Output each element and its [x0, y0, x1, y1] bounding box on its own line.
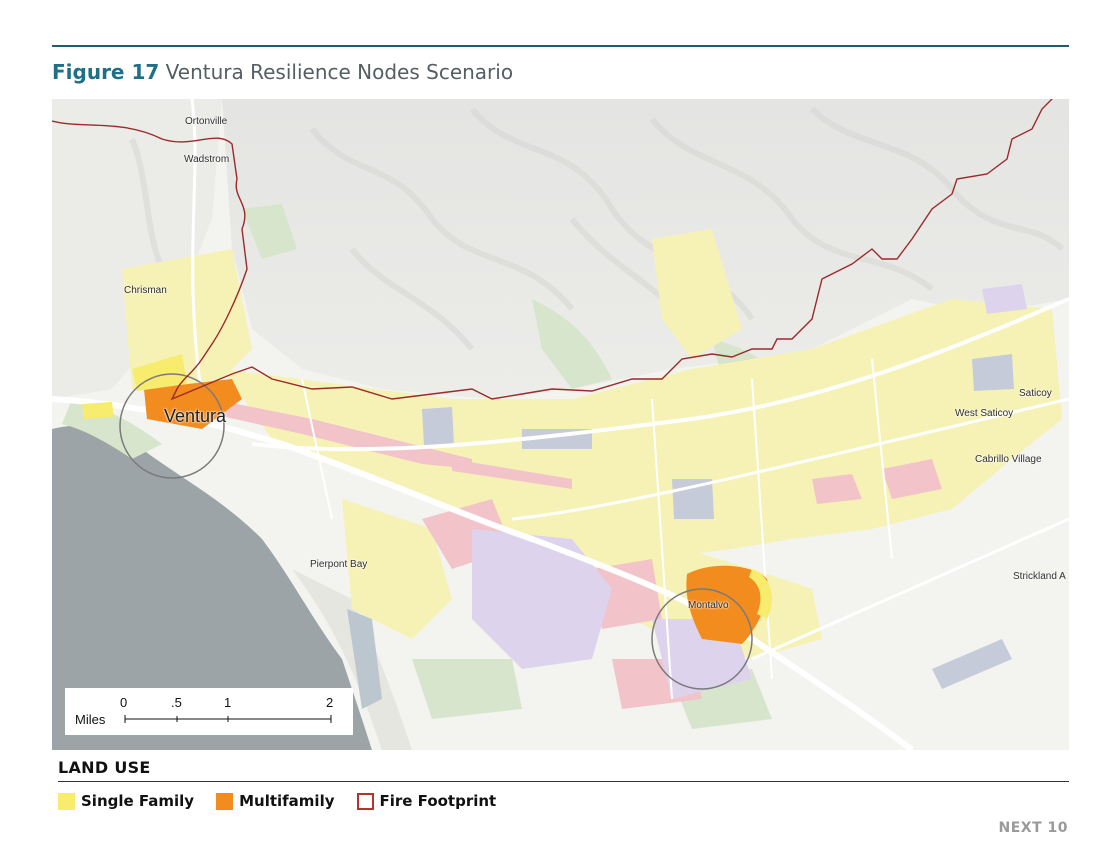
- land-use-map[interactable]: Ortonville Wadstrom Chrisman Ventura Sat…: [52, 99, 1069, 750]
- place-label-chrisman: Chrisman: [124, 285, 167, 296]
- legend-label-multifamily: Multifamily: [239, 792, 335, 810]
- figure-number: Figure 17: [52, 60, 160, 84]
- legend-label-fire-footprint: Fire Footprint: [379, 792, 497, 810]
- legend-rule: [58, 781, 1069, 782]
- page-footer-label: NEXT 10: [998, 820, 1068, 836]
- figure-caption: Ventura Resilience Nodes Scenario: [165, 60, 514, 84]
- place-label-cabrillo-village: Cabrillo Village: [975, 454, 1042, 465]
- scale-bar: Miles 0 .5 1 2: [65, 688, 353, 735]
- scale-bar-line: [124, 715, 332, 723]
- place-label-wadstrom: Wadstrom: [184, 154, 230, 165]
- legend-label-single-family: Single Family: [81, 792, 195, 810]
- figure-title: Figure 17 Ventura Resilience Nodes Scena…: [52, 58, 513, 86]
- legend-item-fire-footprint: Fire Footprint: [356, 792, 497, 810]
- header-rule: [52, 45, 1069, 47]
- place-label-ortonville: Ortonville: [185, 116, 228, 127]
- swatch-single-family: [58, 792, 75, 810]
- legend: Single Family Multifamily Fire Footprint: [58, 792, 518, 810]
- swatch-fire-footprint: [356, 792, 374, 810]
- swatch-multifamily: [216, 792, 234, 810]
- place-label-ventura: Ventura: [164, 406, 227, 426]
- place-label-west-saticoy: West Saticoy: [955, 408, 1014, 419]
- legend-item-single-family: Single Family: [58, 792, 194, 810]
- place-label-pierpont-bay: Pierpont Bay: [310, 559, 368, 570]
- place-label-strickland: Strickland A: [1013, 571, 1066, 582]
- place-label-saticoy: Saticoy: [1019, 388, 1052, 399]
- legend-title: LAND USE: [58, 758, 151, 777]
- legend-item-multifamily: Multifamily: [216, 792, 335, 810]
- place-label-montalvo: Montalvo: [688, 600, 729, 611]
